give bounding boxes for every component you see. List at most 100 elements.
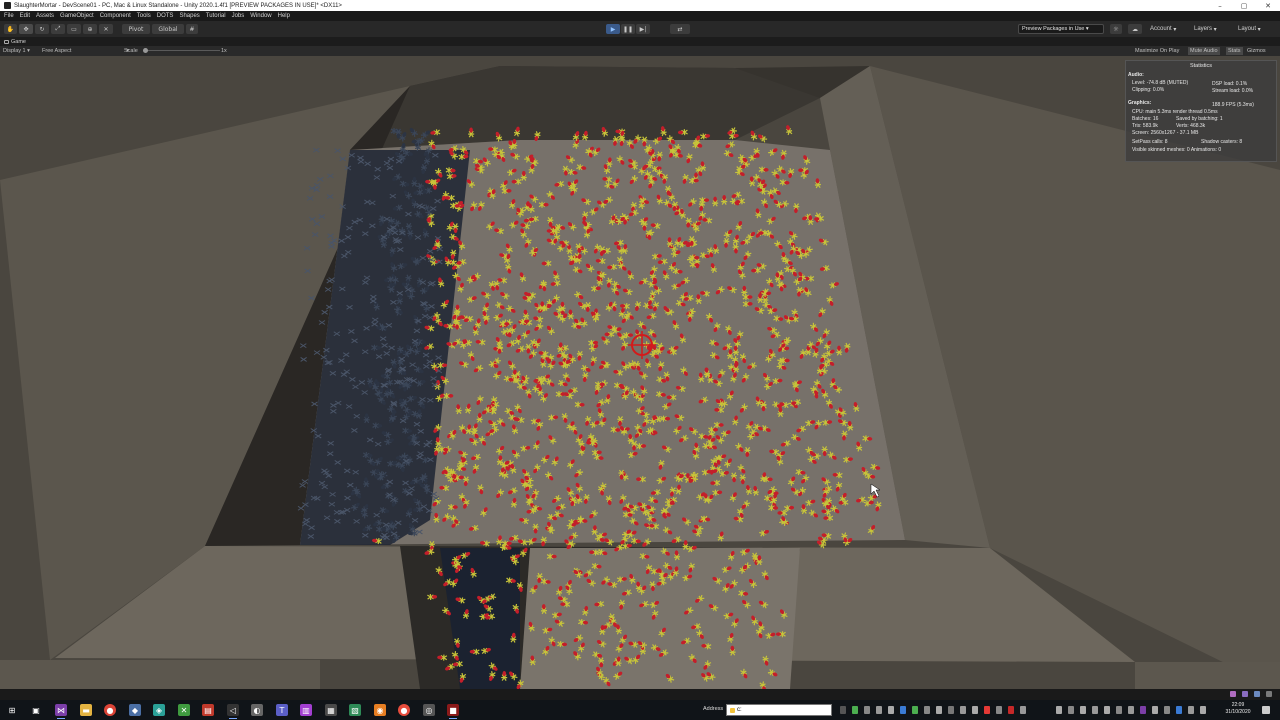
app-icon[interactable]: ◆ [129,704,141,716]
pivot-toggle-button[interactable]: Pivot [122,24,150,34]
menu-tutorial[interactable]: Tutorial [206,13,226,19]
menu-edit[interactable]: Edit [20,13,30,19]
menu-tools[interactable]: Tools [137,13,151,19]
display-dropdown[interactable]: Display 1 ▾ [3,48,30,54]
tray-icon[interactable] [1242,691,1248,697]
menu-assets[interactable]: Assets [36,13,54,19]
maximize-on-play-toggle[interactable]: Maximize On Play [1133,47,1181,55]
app-icon[interactable]: ◉ [374,704,386,716]
tray-icon[interactable] [1266,691,1272,697]
tray-icon[interactable] [960,706,966,714]
tray-icon[interactable] [1104,706,1110,714]
tray-icon[interactable] [1056,706,1062,714]
app-icon[interactable]: ● [398,704,410,716]
app-icon[interactable]: ◎ [423,704,435,716]
menu-file[interactable]: File [4,13,14,19]
pause-button[interactable]: ❚❚ [621,24,635,34]
menu-shapes[interactable]: Shapes [179,13,199,19]
mute-audio-toggle[interactable]: Mute Audio [1188,47,1220,55]
menu-gameobject[interactable]: GameObject [60,13,94,19]
preview-packages-dropdown[interactable]: Preview Packages in Use ▾ [1018,24,1104,34]
menu-jobs[interactable]: Jobs [232,13,245,19]
tray-icon[interactable] [1116,706,1122,714]
rotate-tool-icon[interactable]: ↻ [35,24,49,34]
tray-icon[interactable] [1068,706,1074,714]
visual-studio-icon[interactable]: ⋈ [55,704,67,719]
chrome-icon[interactable]: ● [104,704,116,716]
account-dropdown[interactable]: Account ▾ [1150,24,1176,34]
teams-icon[interactable]: T [276,704,288,716]
minimize-button[interactable]: – [1208,0,1232,11]
aspect-dropdown[interactable]: Free Aspect ▾ [42,48,129,54]
volume-icon[interactable] [1164,706,1170,714]
address-input[interactable]: c: [726,704,832,716]
transform-tool-icon[interactable]: ⊕ [83,24,97,34]
stats-toggle[interactable]: Stats [1226,47,1243,55]
tray-icon[interactable] [1254,691,1260,697]
custom-tool-icon[interactable]: ✕ [99,24,113,34]
app-icon[interactable]: ▥ [300,704,312,716]
bluetooth-icon[interactable] [1176,706,1182,714]
unity-icon[interactable]: ◁ [227,704,239,719]
menu-component[interactable]: Component [100,13,131,19]
rect-tool-icon[interactable]: ▭ [67,24,81,34]
start-windows-icon[interactable]: ⊞ [6,704,18,716]
tray-icon[interactable] [996,706,1002,714]
tray-icon[interactable] [1092,706,1098,714]
scale-slider-handle[interactable] [143,48,148,53]
app-icon[interactable]: ▤ [202,704,214,716]
app-icon[interactable]: ■ [447,704,459,719]
keyboard-icon[interactable] [1200,706,1206,714]
file-explorer-icon[interactable]: ▬ [80,704,92,716]
menu-dots[interactable]: DOTS [157,13,174,19]
app-icon[interactable]: ◐ [251,704,263,716]
tray-icon[interactable] [1128,706,1134,714]
layers-dropdown[interactable]: Layers ▾ [1194,24,1217,34]
network-icon[interactable] [1188,706,1194,714]
menu-window[interactable]: Window [250,13,271,19]
scale-tool-icon[interactable]: ⤢ [51,24,65,34]
global-toggle-button[interactable]: Global [152,24,184,34]
tray-icon[interactable] [1080,706,1086,714]
close-button[interactable]: ✕ [1256,0,1280,11]
maximize-button[interactable]: ▢ [1232,0,1256,11]
tray-icon[interactable] [840,706,846,714]
move-tool-icon[interactable]: ✥ [19,24,33,34]
notifications-icon[interactable] [1262,706,1270,714]
app-icon[interactable]: ▧ [349,704,361,716]
app-icon[interactable]: ◈ [153,704,165,716]
layout-dropdown[interactable]: Layout ▾ [1238,24,1261,34]
scale-slider-track[interactable] [144,50,220,51]
tray-icon[interactable] [852,706,858,714]
tray-icon[interactable] [900,706,906,714]
tray-icon[interactable] [972,706,978,714]
play-button[interactable]: ▶ [606,24,620,34]
tray-icon[interactable] [1020,706,1026,714]
app-icon[interactable]: ✕ [178,704,190,716]
tray-icon[interactable] [912,706,918,714]
game-viewport[interactable] [0,56,1280,689]
tab-game[interactable]: Game [4,39,26,45]
tray-icon[interactable] [864,706,870,714]
app-icon[interactable]: ▦ [325,704,337,716]
cloud-icon[interactable]: ☁ [1128,24,1142,34]
tray-icon[interactable] [876,706,882,714]
services-icon[interactable]: ☼ [1110,24,1122,34]
menu-help[interactable]: Help [278,13,290,19]
tray-icon[interactable] [984,706,990,714]
tray-icon[interactable] [924,706,930,714]
collab-dropdown-icon[interactable]: ⇄ [670,24,690,34]
tray-icon[interactable] [936,706,942,714]
tray-icon[interactable] [1008,706,1014,714]
step-button[interactable]: ▶| [636,24,650,34]
system-clock[interactable]: 22:09 31/10/2020 [1220,702,1256,716]
grid-snap-icon[interactable]: # [186,24,198,34]
tray-icon[interactable] [948,706,954,714]
task-view-icon[interactable]: ▣ [30,704,42,716]
tray-icon[interactable] [1152,706,1158,714]
tray-icon[interactable] [1230,691,1236,697]
tray-icon[interactable] [888,706,894,714]
gizmos-dropdown[interactable]: Gizmos [1245,47,1268,55]
hand-tool-icon[interactable]: ✋ [4,24,17,34]
tray-icon[interactable] [1140,706,1146,714]
